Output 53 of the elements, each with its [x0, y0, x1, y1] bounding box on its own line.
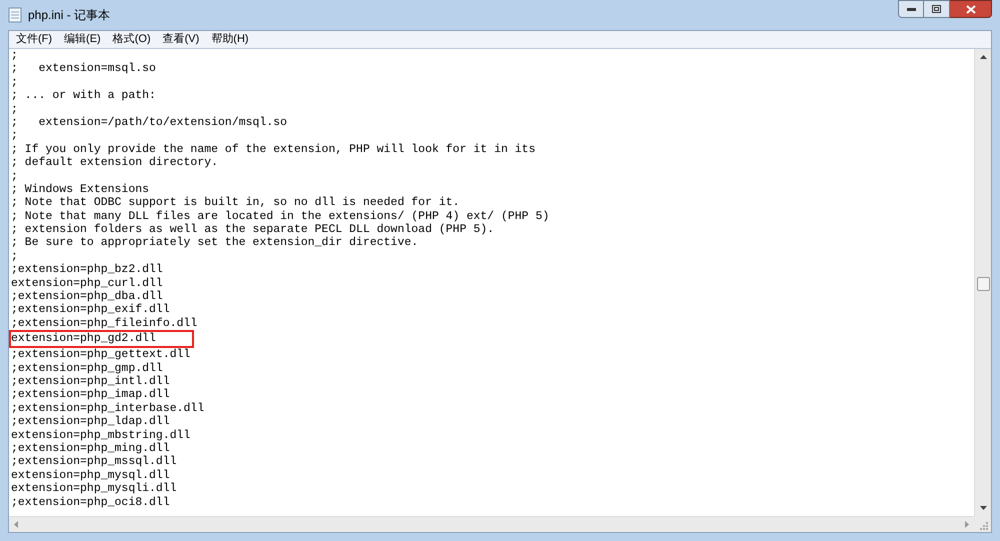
code-line: ; — [11, 102, 18, 116]
maximize-button[interactable] — [924, 0, 950, 18]
code-line: ; Windows Extensions — [11, 182, 150, 196]
menu-item[interactable]: 格式(O) — [106, 31, 157, 48]
code-line: ; Be sure to appropriately set the extension_dir directive. — [11, 236, 418, 250]
scroll-thumb[interactable] — [976, 277, 990, 291]
code-line: ;extension=php_imap.dll — [11, 388, 170, 402]
code-line: ;extension=php_exif.dll — [11, 303, 170, 317]
code-line: ; extension=msql.so — [11, 62, 156, 76]
scroll-left-icon — [14, 521, 18, 528]
code-line: ;extension=php_ldap.dll — [11, 415, 170, 429]
code-line: ; Note that ODBC support is built in, so no dll is needed for it. — [11, 196, 460, 210]
code-line: ;extension=php_intl.dll — [11, 374, 170, 388]
code-line: ;extension=php_oci8.dll — [11, 496, 170, 509]
close-button[interactable] — [950, 0, 992, 18]
code-line: ; ... or with a path: — [11, 89, 156, 103]
code-line: extension=php_mysql.dll — [11, 468, 170, 482]
vertical-scrollbar[interactable] — [974, 49, 991, 516]
code-line: extension=php_mysqli.dll — [11, 482, 177, 496]
code-line: extension=php_curl.dll — [11, 276, 163, 290]
code-line: ; If you only provide the name of the extension, PHP will look for it in its — [11, 142, 536, 156]
notepad-icon — [8, 7, 22, 23]
code-line: ;extension=php_gmp.dll — [11, 362, 163, 375]
code-line: extension=php_mbstring.dll — [11, 428, 190, 442]
menu-item[interactable]: 帮助(H) — [205, 31, 255, 48]
menu-item[interactable]: 查看(V) — [156, 31, 206, 48]
menu-item[interactable]: 编辑(E) — [58, 31, 107, 48]
code-line: ;extension=php_fileinfo.dll — [11, 316, 198, 330]
menu-item[interactable]: 文件(F) — [10, 31, 58, 48]
scroll-up-icon — [980, 55, 986, 59]
code-line: ; — [11, 170, 18, 183]
minimize-icon — [906, 8, 916, 10]
code-line: ; Note that many DLL files are located in the extensions/ (PHP 4) ext/ (PHP 5) — [11, 210, 550, 224]
code-line: ;extension=php_gettext.dll — [11, 348, 190, 362]
restore-icon — [932, 5, 941, 13]
close-icon — [966, 4, 976, 14]
code-line: ; extension=/path/to/extension/msql.so — [11, 116, 288, 130]
code-line: ; default extension directory. — [11, 156, 218, 170]
code-line: ; — [11, 76, 18, 90]
code-line: ;extension=php_bz2.dll — [11, 263, 163, 277]
code-line: ;extension=php_interbase.dll — [11, 402, 204, 416]
window-title: php.ini - 记事本 — [28, 7, 110, 24]
code-line: ;extension=php_ming.dll — [11, 442, 170, 456]
code-line: ;extension=php_dba.dll — [11, 290, 163, 304]
scroll-down-icon — [980, 506, 986, 510]
code-line: ;extension=php_mssql.dll — [11, 455, 177, 469]
horizontal-scrollbar[interactable] — [9, 516, 974, 532]
code-line: ; extension folders as well as the separate PECL DLL download (PHP 5). — [11, 223, 494, 236]
code-line: ; — [11, 250, 18, 264]
scroll-right-icon — [965, 521, 969, 528]
code-line: ; — [11, 49, 18, 62]
code-line: ; — [11, 129, 18, 143]
minimize-button[interactable] — [898, 0, 924, 18]
